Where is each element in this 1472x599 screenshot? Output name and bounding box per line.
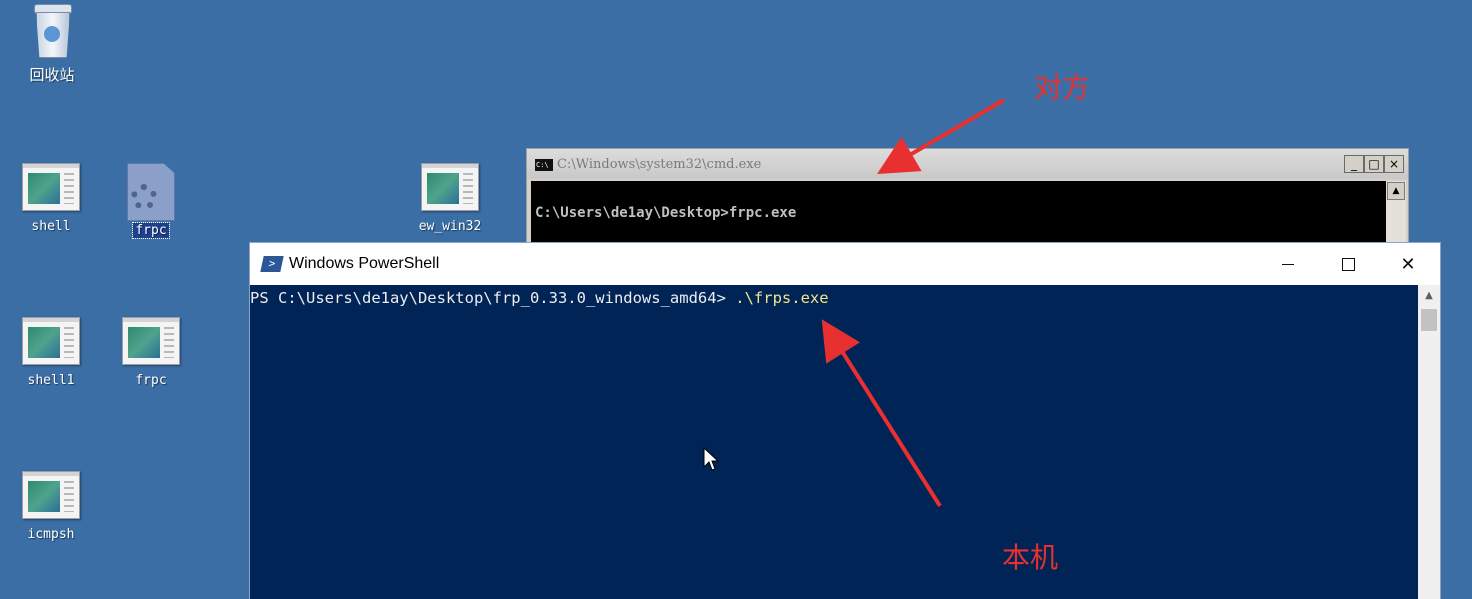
mouse-cursor-icon <box>703 447 719 471</box>
arrow-to-powershell-command <box>821 319 942 508</box>
arrow-to-cmd-window <box>877 98 1006 175</box>
annotation-arrows <box>821 98 1006 508</box>
